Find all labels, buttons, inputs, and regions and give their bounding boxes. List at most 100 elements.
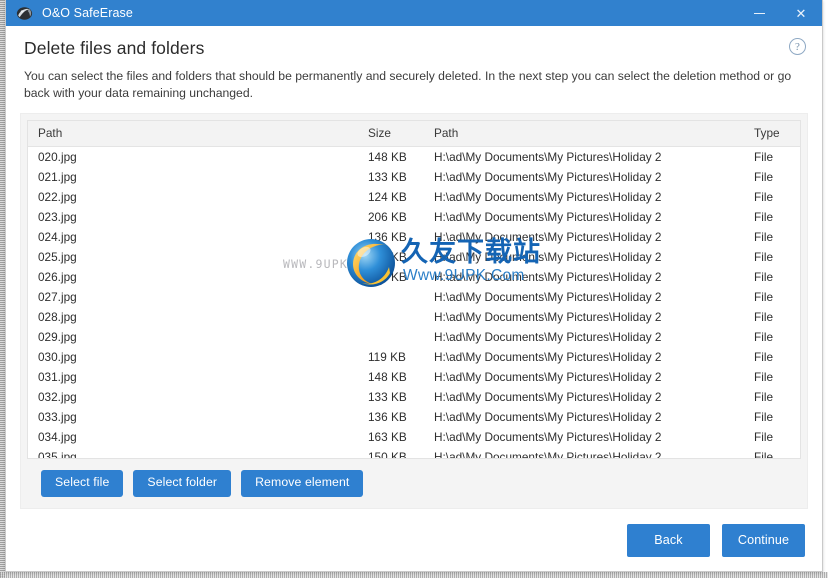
file-path-cell: H:\ad\My Documents\My Pictures\Holiday 2 bbox=[434, 230, 662, 244]
file-path-cell: H:\ad\My Documents\My Pictures\Holiday 2 bbox=[434, 410, 662, 424]
continue-button[interactable]: Continue bbox=[722, 523, 805, 557]
file-path-cell: H:\ad\My Documents\My Pictures\Holiday 2 bbox=[434, 330, 662, 344]
file-table-body: 020.jpg 148 KB H:\ad\My Documents\My Pictu… bbox=[28, 147, 800, 460]
file-type-cell: File bbox=[754, 390, 774, 404]
file-size-cell: 163 KB bbox=[368, 250, 407, 264]
file-type-cell: File bbox=[754, 170, 774, 184]
file-path-cell: H:\ad\My Documents\My Pictures\Holiday 2 bbox=[434, 450, 662, 460]
minimize-icon bbox=[753, 12, 765, 14]
file-type-cell: File bbox=[754, 190, 774, 204]
window-title: O&O SafeErase bbox=[42, 6, 133, 20]
file-size-cell: 150 KB bbox=[368, 450, 407, 460]
file-name-cell: 020.jpg bbox=[38, 150, 77, 164]
table-row[interactable]: 033.jpg 136 KB H:\ad\My Documents\My Pictu… bbox=[28, 407, 800, 427]
file-size-cell bbox=[358, 307, 424, 327]
select-file-button[interactable]: Select file bbox=[41, 470, 124, 497]
file-type-cell: File bbox=[754, 370, 774, 384]
table-row[interactable]: 021.jpg 133 KB H:\ad\My Documents\My Pictu… bbox=[28, 167, 800, 187]
app-root: O&O SafeErase ✕ Delete files and folders… bbox=[0, 0, 828, 578]
file-type-cell: File bbox=[754, 290, 774, 304]
file-size-cell: 119 KB bbox=[368, 350, 406, 364]
table-row[interactable]: 025.jpg 163 KB H:\ad\My Documents\My Pictu… bbox=[28, 247, 800, 267]
column-header-size[interactable]: Size bbox=[358, 121, 424, 147]
file-type-cell: File bbox=[754, 150, 774, 164]
file-name-cell: 029.jpg bbox=[38, 330, 77, 344]
column-header-type[interactable]: Type bbox=[744, 121, 800, 147]
file-type-cell: File bbox=[754, 430, 774, 444]
safeerase-shield-icon bbox=[16, 5, 33, 22]
file-name-cell: 030.jpg bbox=[38, 350, 77, 364]
file-type-cell: File bbox=[754, 310, 774, 324]
wizard-footer: Back Continue bbox=[6, 509, 822, 571]
table-row[interactable]: 030.jpg 119 KB H:\ad\My Documents\My Pictu… bbox=[28, 347, 800, 367]
file-name-cell: 023.jpg bbox=[38, 210, 77, 224]
file-type-cell: File bbox=[754, 270, 774, 284]
table-row[interactable]: 023.jpg 206 KB H:\ad\My Documents\My Pictu… bbox=[28, 207, 800, 227]
file-name-cell: 033.jpg bbox=[38, 410, 77, 424]
table-row[interactable]: 027.jpg H:\ad\My Documents\My Pictures\Ho… bbox=[28, 287, 800, 307]
file-type-cell: File bbox=[754, 210, 774, 224]
file-name-cell: 031.jpg bbox=[38, 370, 77, 384]
file-table: Path Size Path Type 020.jpg 148 KB H:\ad\M… bbox=[28, 121, 800, 460]
table-row[interactable]: 032.jpg 133 KB H:\ad\My Documents\My Pictu… bbox=[28, 387, 800, 407]
select-folder-button[interactable]: Select folder bbox=[133, 470, 232, 497]
page-description: You can select the files and folders tha… bbox=[24, 69, 792, 100]
file-action-buttons: Select file Select folder Remove element bbox=[21, 459, 807, 508]
file-size-cell: 133 KB bbox=[368, 170, 407, 184]
table-row[interactable]: 034.jpg 163 KB H:\ad\My Documents\My Pictu… bbox=[28, 427, 800, 447]
table-row[interactable]: 028.jpg H:\ad\My Documents\My Pictures\Ho… bbox=[28, 307, 800, 327]
minimize-button[interactable] bbox=[738, 0, 780, 26]
window-controls: ✕ bbox=[738, 0, 822, 26]
file-name-cell: 026.jpg bbox=[38, 270, 77, 284]
help-icon[interactable]: ? bbox=[789, 38, 806, 55]
table-row[interactable]: 024.jpg 136 KB H:\ad\My Documents\My Pictu… bbox=[28, 227, 800, 247]
close-button[interactable]: ✕ bbox=[780, 0, 822, 26]
file-path-cell: H:\ad\My Documents\My Pictures\Holiday 2 bbox=[434, 290, 662, 304]
file-path-cell: H:\ad\My Documents\My Pictures\Holiday 2 bbox=[434, 350, 662, 364]
file-size-cell: 136 KB bbox=[368, 230, 407, 244]
file-type-cell: File bbox=[754, 250, 774, 264]
table-row[interactable]: 026.jpg 150 KB H:\ad\My Documents\My Pictu… bbox=[28, 267, 800, 287]
page-title: Delete files and folders bbox=[24, 38, 205, 58]
page-header: Delete files and folders You can select … bbox=[6, 26, 822, 101]
file-path-cell: H:\ad\My Documents\My Pictures\Holiday 2 bbox=[434, 190, 662, 204]
file-table-container: Path Size Path Type 020.jpg 148 KB H:\ad\M… bbox=[27, 120, 801, 460]
table-header-row: Path Size Path Type bbox=[28, 121, 800, 147]
file-size-cell: 148 KB bbox=[368, 370, 407, 384]
file-size-cell bbox=[358, 287, 424, 307]
file-path-cell: H:\ad\My Documents\My Pictures\Holiday 2 bbox=[434, 250, 662, 264]
remove-element-button[interactable]: Remove element bbox=[241, 470, 364, 497]
file-type-cell: File bbox=[754, 230, 774, 244]
table-row[interactable]: 022.jpg 124 KB H:\ad\My Documents\My Pictu… bbox=[28, 187, 800, 207]
file-path-cell: H:\ad\My Documents\My Pictures\Holiday 2 bbox=[434, 430, 662, 444]
column-header-path[interactable]: Path bbox=[424, 121, 744, 147]
file-type-cell: File bbox=[754, 330, 774, 344]
application-window: O&O SafeErase ✕ Delete files and folders… bbox=[5, 0, 823, 572]
back-button[interactable]: Back bbox=[627, 523, 710, 557]
file-name-cell: 024.jpg bbox=[38, 230, 77, 244]
file-name-cell: 027.jpg bbox=[38, 290, 77, 304]
file-name-cell: 022.jpg bbox=[38, 190, 77, 204]
close-icon: ✕ bbox=[795, 5, 807, 21]
file-path-cell: H:\ad\My Documents\My Pictures\Holiday 2 bbox=[434, 390, 662, 404]
table-row[interactable]: 031.jpg 148 KB H:\ad\My Documents\My Pictu… bbox=[28, 367, 800, 387]
file-path-cell: H:\ad\My Documents\My Pictures\Holiday 2 bbox=[434, 370, 662, 384]
file-size-cell: 124 KB bbox=[368, 190, 407, 204]
file-size-cell bbox=[358, 327, 424, 347]
file-name-cell: 025.jpg bbox=[38, 250, 77, 264]
file-type-cell: File bbox=[754, 350, 774, 364]
column-header-name[interactable]: Path bbox=[28, 121, 358, 147]
file-table-head: Path Size Path Type bbox=[28, 121, 800, 147]
file-type-cell: File bbox=[754, 450, 774, 460]
table-row[interactable]: 020.jpg 148 KB H:\ad\My Documents\My Pictu… bbox=[28, 147, 800, 168]
file-name-cell: 035.jpg bbox=[38, 450, 77, 460]
file-path-cell: H:\ad\My Documents\My Pictures\Holiday 2 bbox=[434, 210, 662, 224]
file-path-cell: H:\ad\My Documents\My Pictures\Holiday 2 bbox=[434, 310, 662, 324]
file-selection-panel: Path Size Path Type 020.jpg 148 KB H:\ad\M… bbox=[20, 113, 808, 509]
table-row[interactable]: 035.jpg 150 KB H:\ad\My Documents\My Pictu… bbox=[28, 447, 800, 460]
file-size-cell: 148 KB bbox=[368, 150, 407, 164]
file-path-cell: H:\ad\My Documents\My Pictures\Holiday 2 bbox=[434, 150, 662, 164]
file-name-cell: 028.jpg bbox=[38, 310, 77, 324]
file-size-cell: 150 KB bbox=[368, 270, 407, 284]
table-row[interactable]: 029.jpg H:\ad\My Documents\My Pictures\Ho… bbox=[28, 327, 800, 347]
